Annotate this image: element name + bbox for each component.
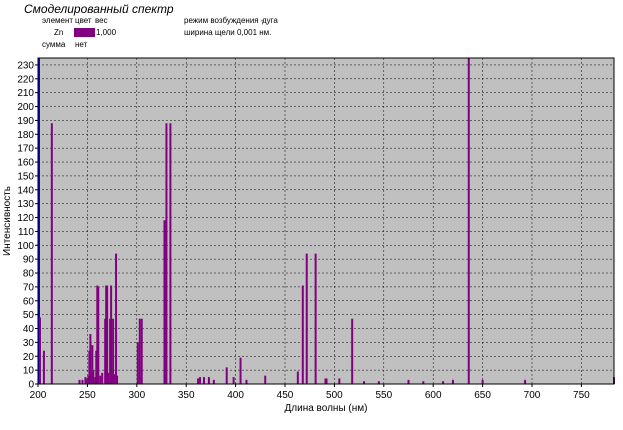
x-tick-label: 450 [277, 390, 294, 401]
y-tick-label: 230 [17, 60, 34, 71]
x-tick-label: 650 [474, 390, 491, 401]
x-tick-label: 400 [227, 390, 244, 401]
y-tick-label: 30 [23, 338, 35, 349]
y-axis-label: Интенсивность [2, 186, 13, 256]
y-tick-label: 100 [17, 241, 34, 252]
x-tick-label: 500 [326, 390, 343, 401]
x-tick-label: 350 [178, 390, 195, 401]
y-tick-label: 130 [17, 199, 34, 210]
y-tick-label: 160 [17, 158, 34, 169]
x-axis-label: Длина волны (нм) [285, 403, 368, 414]
y-tick-label: 120 [17, 213, 34, 224]
y-tick-label: 190 [17, 116, 34, 127]
y-tick-label: 180 [17, 130, 34, 141]
x-axis-ticks: 200 250 300 350 400 450 500 550 600 650 700 750 [30, 384, 590, 401]
y-tick-label: 20 [23, 352, 35, 363]
y-tick-label: 200 [17, 102, 34, 113]
y-tick-label: 110 [18, 227, 34, 238]
y-tick-label: 210 [17, 88, 34, 99]
y-tick-label: 50 [23, 310, 35, 321]
plot-area [38, 58, 614, 384]
y-tick-label: 0 [28, 380, 34, 391]
x-tick-label: 600 [425, 390, 442, 401]
y-tick-label: 60 [23, 296, 35, 307]
x-tick-label: 200 [30, 390, 47, 401]
y-tick-label: 140 [17, 185, 34, 196]
spectrum-chart: 0 10 20 30 40 50 60 70 80 90 100 110 120 130 140 150 160… [2, 57, 615, 414]
y-axis-ticks: 0 10 20 30 40 50 60 70 80 90 100 110 120 130 140 150 160… [17, 60, 38, 391]
y-tick-label: 40 [23, 324, 35, 335]
x-tick-label: 750 [573, 390, 590, 401]
y-tick-label: 80 [23, 269, 35, 280]
y-tick-label: 10 [23, 366, 35, 377]
y-tick-label: 170 [17, 144, 34, 155]
x-tick-label: 250 [79, 390, 96, 401]
x-tick-label: 300 [128, 390, 145, 401]
y-tick-label: 220 [17, 74, 34, 85]
y-tick-label: 150 [17, 171, 34, 182]
y-tick-label: 90 [23, 255, 35, 266]
x-tick-label: 700 [524, 390, 541, 401]
x-tick-label: 550 [375, 390, 392, 401]
y-tick-label: 70 [23, 282, 35, 293]
